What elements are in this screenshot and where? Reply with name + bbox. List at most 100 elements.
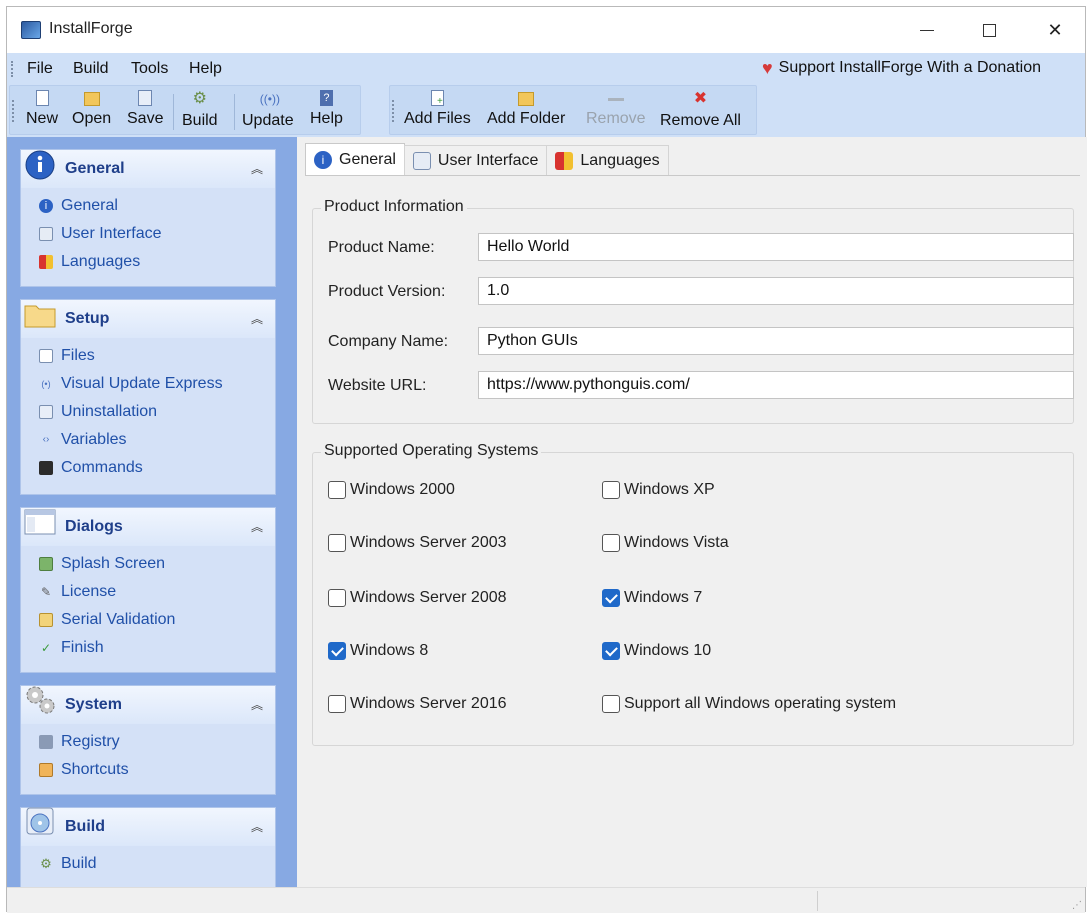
os-checkbox[interactable]: Windows 2000 (328, 481, 455, 499)
add-folder-label: Add Folder (487, 110, 566, 127)
sidebar-item-serial-validation[interactable]: Serial Validation (21, 606, 275, 634)
add-files-button[interactable]: + Add Files (404, 88, 471, 134)
sidebar-item-commands[interactable]: Commands (21, 454, 275, 482)
resize-grip-icon[interactable]: ⋰ (1072, 900, 1082, 911)
checkbox-box[interactable] (328, 642, 346, 660)
sidebar-item-license[interactable]: ✎ License (21, 578, 275, 606)
os-checkbox[interactable]: Windows Server 2016 (328, 695, 507, 713)
checkbox-box[interactable] (602, 534, 620, 552)
supported-os-group: Supported Operating Systems Windows 2000… (312, 442, 1074, 746)
collapse-chevron-icon[interactable]: ︽ (251, 160, 263, 177)
sidebar-item-user-interface[interactable]: User Interface (21, 220, 275, 248)
panel-title-dialogs: Dialogs (65, 518, 123, 535)
tab-bar: i General User Interface Languages (305, 143, 669, 175)
donate-label: Support InstallForge With a Donation (778, 59, 1041, 76)
os-checkbox[interactable]: Windows 10 (602, 642, 711, 660)
sidebar-item-general[interactable]: i General (21, 192, 275, 220)
os-label: Windows 10 (624, 642, 712, 659)
checkbox-box[interactable] (602, 481, 620, 499)
donate-link[interactable]: ♥ Support InstallForge With a Donation (762, 59, 1041, 77)
toolbar-separator (173, 94, 174, 130)
toolbar-grip[interactable] (12, 100, 15, 122)
panel-header-build[interactable]: Build ︽ (21, 807, 275, 846)
company-name-row: Company Name: (328, 327, 1078, 357)
panel-header-system[interactable]: System ︽ (21, 686, 275, 724)
open-button[interactable]: Open (72, 88, 111, 134)
minimize-icon (920, 29, 934, 31)
add-folder-button[interactable]: Add Folder (487, 88, 565, 134)
sidebar-item-label: Splash Screen (61, 555, 166, 572)
checkbox-box[interactable] (328, 589, 346, 607)
checkbox-box[interactable] (328, 695, 346, 713)
sidebar-item-finish[interactable]: ✓ Finish (21, 634, 275, 662)
tab-general[interactable]: i General (305, 143, 405, 175)
tab-languages[interactable]: Languages (546, 145, 669, 175)
os-checkbox[interactable]: Windows 7 (602, 589, 702, 607)
sidebar-item-visual-update-express[interactable]: (•) Visual Update Express (21, 370, 275, 398)
add-files-label: Add Files (404, 110, 471, 127)
sidebar-item-build[interactable]: ⚙ Build (21, 850, 275, 878)
help-button[interactable]: ? Help (310, 88, 343, 134)
panel-header-general[interactable]: General ︽ (21, 150, 275, 188)
uninstall-icon (39, 405, 53, 419)
sidebar-item-files[interactable]: Files (21, 342, 275, 370)
menu-grip[interactable] (11, 61, 14, 77)
sidebar-item-label: Registry (61, 733, 120, 750)
tab-user-interface[interactable]: User Interface (403, 145, 548, 175)
os-checkbox[interactable]: Windows Server 2003 (328, 534, 507, 552)
sidebar-item-languages[interactable]: Languages (21, 248, 275, 276)
checkbox-box[interactable] (602, 695, 620, 713)
os-checkbox[interactable]: Windows Vista (602, 534, 729, 552)
product-version-input[interactable] (478, 277, 1074, 305)
os-label: Windows 2000 (350, 481, 455, 498)
os-label: Windows 8 (350, 642, 429, 659)
menu-tools[interactable]: Tools (131, 60, 168, 78)
menu-help[interactable]: Help (189, 60, 222, 78)
checkbox-box[interactable] (602, 589, 620, 607)
os-checkbox[interactable]: Windows XP (602, 481, 715, 499)
sidebar-item-registry[interactable]: Registry (21, 728, 275, 756)
sidebar-item-label: Uninstallation (61, 403, 158, 420)
save-button[interactable]: Save (127, 88, 163, 134)
flags-icon (39, 255, 53, 269)
menu-file[interactable]: File (27, 60, 53, 78)
help-label: Help (310, 110, 343, 127)
panel-system: System ︽ Registry Shortcuts (20, 685, 276, 795)
close-icon: ✕ (1047, 19, 1063, 40)
title-bar: InstallForge ✕ (7, 7, 1085, 53)
os-checkbox[interactable]: Support all Windows operating system (602, 695, 896, 713)
image-icon (39, 557, 53, 571)
update-button[interactable]: ((•)) Update (242, 88, 294, 134)
minimize-button[interactable] (897, 7, 957, 53)
sidebar-item-splash-screen[interactable]: Splash Screen (21, 550, 275, 578)
new-button[interactable]: New (26, 88, 58, 134)
collapse-chevron-icon[interactable]: ︽ (251, 518, 263, 535)
remove-all-button[interactable]: ✖ Remove All (660, 88, 741, 134)
collapse-chevron-icon[interactable]: ︽ (251, 696, 263, 713)
sidebar-item-variables[interactable]: ‹› Variables (21, 426, 275, 454)
website-url-input[interactable] (478, 371, 1074, 399)
close-button[interactable]: ✕ (1025, 7, 1085, 53)
panel-header-setup[interactable]: Setup ︽ (21, 300, 275, 338)
panel-header-dialogs[interactable]: Dialogs ︽ (21, 508, 275, 546)
toolbar-grip[interactable] (392, 100, 395, 122)
build-button[interactable]: ⚙ Build (182, 88, 218, 134)
status-separator (817, 891, 818, 911)
remove-button[interactable]: Remove (586, 88, 646, 134)
checkbox-box[interactable] (602, 642, 620, 660)
files-toolbar: + Add Files Add Folder Remove ✖ Remove A… (389, 85, 757, 135)
company-name-input[interactable] (478, 327, 1074, 355)
menu-build[interactable]: Build (73, 60, 109, 78)
os-checkbox[interactable]: Windows 8 (328, 642, 428, 660)
collapse-chevron-icon[interactable]: ︽ (251, 310, 263, 327)
main-content: i General User Interface Languages Produc… (297, 137, 1087, 887)
sidebar-item-shortcuts[interactable]: Shortcuts (21, 756, 275, 784)
tab-label: User Interface (437, 151, 539, 169)
os-checkbox[interactable]: Windows Server 2008 (328, 589, 507, 607)
collapse-chevron-icon[interactable]: ︽ (251, 818, 263, 835)
checkbox-box[interactable] (328, 481, 346, 499)
maximize-button[interactable] (959, 7, 1019, 53)
product-name-input[interactable] (478, 233, 1074, 261)
sidebar-item-uninstallation[interactable]: Uninstallation (21, 398, 275, 426)
checkbox-box[interactable] (328, 534, 346, 552)
